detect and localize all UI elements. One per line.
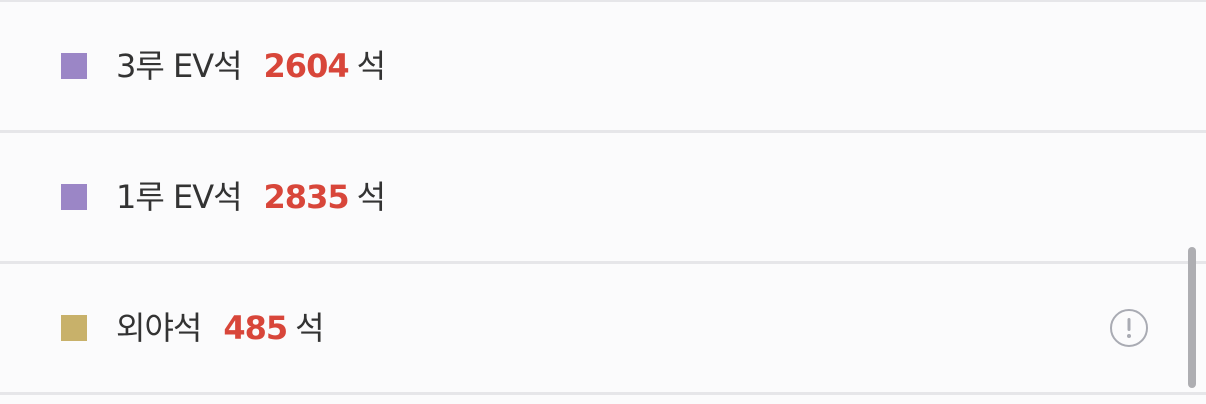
seat-row-text: 외야석 485 석 [116,308,325,348]
seat-section-name: 외야석 [116,309,202,347]
seat-count: 2604 [263,47,350,85]
seat-count: 2835 [263,178,350,216]
seat-color-swatch [61,53,87,79]
scrollbar-thumb[interactable] [1188,247,1196,388]
seat-row-text: 3루 EV석 2604 석 [116,46,386,86]
seat-row-outfield[interactable]: 외야석 485 석 [0,264,1206,395]
seat-section-name: 1루 EV석 [116,178,243,216]
seat-row-text: 1루 EV석 2835 석 [116,177,386,217]
seat-unit: 석 [295,309,324,347]
seat-unit: 석 [356,47,386,85]
info-icon[interactable] [1110,309,1148,347]
seat-section-list: 3루 EV석 2604 석 1루 EV석 2835 석 외야석 485 석 [0,0,1206,404]
seat-count: 485 [223,309,288,347]
seat-unit: 석 [356,178,386,216]
seat-color-swatch [61,315,87,341]
seat-section-name: 3루 EV석 [116,47,243,85]
seat-color-swatch [61,184,87,210]
seat-row-1b-ev[interactable]: 1루 EV석 2835 석 [0,133,1206,264]
seat-row-3b-ev[interactable]: 3루 EV석 2604 석 [0,2,1206,133]
